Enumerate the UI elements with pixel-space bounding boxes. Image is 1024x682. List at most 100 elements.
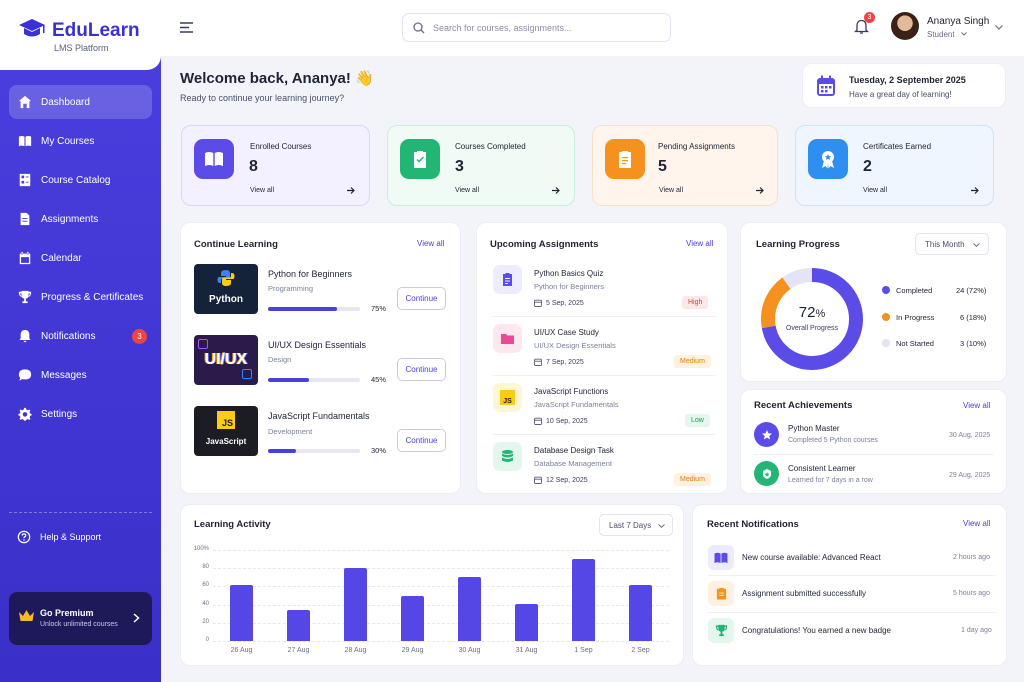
chevron-down-icon	[973, 243, 980, 247]
course-progress-pct: 75%	[371, 304, 387, 313]
chevron-down-icon[interactable]	[995, 25, 1003, 30]
stat-link[interactable]: View all	[455, 187, 479, 194]
user-role: Student	[927, 30, 955, 39]
search-box[interactable]: Search for courses, assignments...	[402, 13, 671, 42]
continue-learning-card: Continue Learning View all Python Python…	[180, 222, 461, 494]
course-thumbnail[interactable]: UI/UX	[194, 335, 258, 385]
chart-y-tick-label: 100%	[193, 546, 209, 552]
menu-icon[interactable]	[180, 22, 193, 33]
view-all-link[interactable]: View all	[963, 401, 990, 410]
course-name[interactable]: UI/UX Design Essentials	[268, 340, 366, 350]
chart-bar[interactable]	[515, 603, 538, 641]
help-support-link[interactable]: Help & Support	[8, 520, 151, 554]
row-divider	[493, 434, 715, 435]
topbar: Search for courses, assignments... 3 Ana…	[161, 0, 1024, 56]
view-all-link[interactable]: View all	[417, 239, 444, 248]
database-icon	[493, 442, 522, 471]
stat-link[interactable]: View all	[250, 187, 274, 194]
arrow-right-icon[interactable]	[756, 187, 764, 194]
go-premium-card[interactable]: Go Premium Unlock unlimited courses	[9, 592, 152, 645]
javascript-file-icon: JS	[493, 383, 522, 412]
sidebar-item-course-catalog[interactable]: Course Catalog	[9, 163, 152, 197]
avatar[interactable]	[891, 12, 919, 40]
stat-card-enrolled[interactable]: Enrolled Courses 8 View all	[181, 125, 370, 206]
notification-text[interactable]: New course available: Advanced React	[742, 553, 881, 562]
premium-title: Go Premium	[40, 608, 94, 618]
stat-card-completed[interactable]: Courses Completed 3 View all	[387, 125, 575, 206]
course-name[interactable]: JavaScript Fundamentals	[268, 411, 370, 421]
continue-button[interactable]: Continue	[397, 358, 446, 381]
assignment-name[interactable]: UI/UX Case Study	[534, 328, 599, 337]
sidebar-item-my-courses[interactable]: My Courses	[9, 124, 152, 158]
legend-label: Not Started	[896, 339, 934, 348]
crown-icon	[19, 610, 34, 621]
course-name[interactable]: Python for Beginners	[268, 269, 352, 279]
assignment-course: JavaScript Fundamentals	[534, 400, 619, 409]
chart-bar[interactable]	[572, 559, 595, 641]
gear-icon	[17, 406, 33, 422]
stat-link[interactable]: View all	[659, 187, 683, 194]
continue-button[interactable]: Continue	[397, 287, 446, 310]
sidebar-item-label: Course Catalog	[41, 174, 111, 186]
arrow-right-icon[interactable]	[971, 187, 979, 194]
arrow-right-icon[interactable]	[552, 187, 560, 194]
assignment-name[interactable]: Database Design Task	[534, 446, 614, 455]
sidebar-item-settings[interactable]: Settings	[9, 397, 152, 431]
continue-button[interactable]: Continue	[397, 429, 446, 452]
chart-y-tick-label: 0	[205, 637, 209, 643]
legend-label: Completed	[896, 286, 933, 295]
chevron-down-icon	[658, 524, 665, 528]
period-select[interactable]: This Month	[915, 233, 989, 255]
stat-label: Courses Completed	[455, 142, 526, 151]
chart-gridline	[213, 550, 669, 551]
notification-text[interactable]: Congratulations! You earned a new badge	[742, 626, 891, 635]
chart-bar[interactable]	[629, 585, 652, 641]
achievement-desc: Completed 5 Python courses	[788, 437, 878, 444]
stat-link[interactable]: View all	[863, 187, 887, 194]
arrow-right-icon[interactable]	[347, 187, 355, 194]
chart-gridline	[213, 641, 669, 642]
assignment-course: Python for Beginners	[534, 282, 605, 291]
sidebar-item-assignments[interactable]: Assignments	[9, 202, 152, 236]
stat-value: 3	[455, 158, 464, 175]
sidebar-item-progress-certificates[interactable]: Progress & Certificates	[9, 280, 152, 314]
chart-bar[interactable]	[344, 568, 367, 641]
brand-header[interactable]: EduLearn LMS Platform	[0, 0, 161, 70]
course-thumbnail[interactable]: JS JavaScript	[194, 406, 258, 456]
book-icon	[17, 133, 33, 149]
bell-icon	[17, 328, 33, 344]
chart-y-tick-label: 20	[202, 618, 209, 625]
course-thumbnail[interactable]: Python	[194, 264, 258, 314]
stat-card-pending[interactable]: Pending Assignments 5 View all	[592, 125, 778, 206]
sidebar-item-messages[interactable]: Messages	[9, 358, 152, 392]
chart-bar[interactable]	[401, 595, 424, 641]
current-date: Tuesday, 2 September 2025	[849, 75, 966, 85]
assignment-course: Database Management	[534, 459, 612, 468]
calendar-icon	[534, 417, 542, 425]
brand-name: EduLearn	[52, 20, 140, 41]
help-support-label: Help & Support	[40, 532, 102, 542]
chart-gridline	[213, 568, 669, 570]
search-input[interactable]: Search for courses, assignments...	[433, 23, 572, 33]
upcoming-assignments-card: Upcoming Assignments View all Python Bas…	[476, 222, 728, 494]
sidebar-item-calendar[interactable]: Calendar	[9, 241, 152, 275]
chart-bar[interactable]	[287, 610, 310, 641]
assignment-name[interactable]: Python Basics Quiz	[534, 269, 603, 278]
range-select[interactable]: Last 7 Days	[599, 514, 673, 536]
achievement-desc: Learned for 7 days in a row	[788, 477, 873, 484]
sidebar-item-notifications[interactable]: Notifications 3	[9, 319, 152, 353]
achievement-name: Consistent Learner	[788, 464, 856, 473]
recent-achievements-card: Recent Achievements View all Python Mast…	[740, 389, 1007, 494]
welcome-subtitle: Ready to continue your learning journey?	[180, 93, 345, 103]
date-card: Tuesday, 2 September 2025 Have a great d…	[802, 63, 1006, 108]
sidebar-item-dashboard[interactable]: Dashboard	[9, 85, 152, 119]
chart-bar[interactable]	[230, 584, 253, 641]
priority-badge: Low	[685, 414, 710, 427]
legend-value: 3 (10%)	[960, 339, 987, 348]
view-all-link[interactable]: View all	[686, 239, 713, 248]
stat-card-certificates[interactable]: Certificates Earned 2 View all	[795, 125, 994, 206]
chart-bar[interactable]	[458, 577, 481, 641]
view-all-link[interactable]: View all	[963, 519, 990, 528]
notification-text[interactable]: Assignment submitted successfully	[742, 589, 866, 598]
assignment-name[interactable]: JavaScript Functions	[534, 387, 608, 396]
